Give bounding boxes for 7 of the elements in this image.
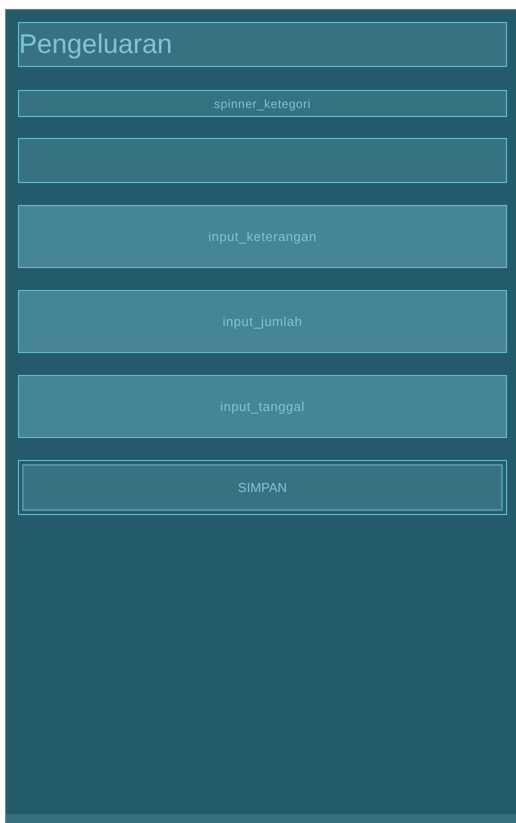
- screen-title: Pengeluaran: [18, 22, 507, 67]
- input-field[interactable]: input_jumlah: [18, 290, 507, 353]
- input-field[interactable]: input_keterangan: [18, 205, 507, 268]
- empty-field[interactable]: [18, 138, 507, 183]
- input-field[interactable]: input_tanggal: [18, 375, 507, 438]
- save-button[interactable]: SIMPAN: [22, 464, 503, 511]
- category-spinner[interactable]: spinner_ketegori: [18, 90, 507, 117]
